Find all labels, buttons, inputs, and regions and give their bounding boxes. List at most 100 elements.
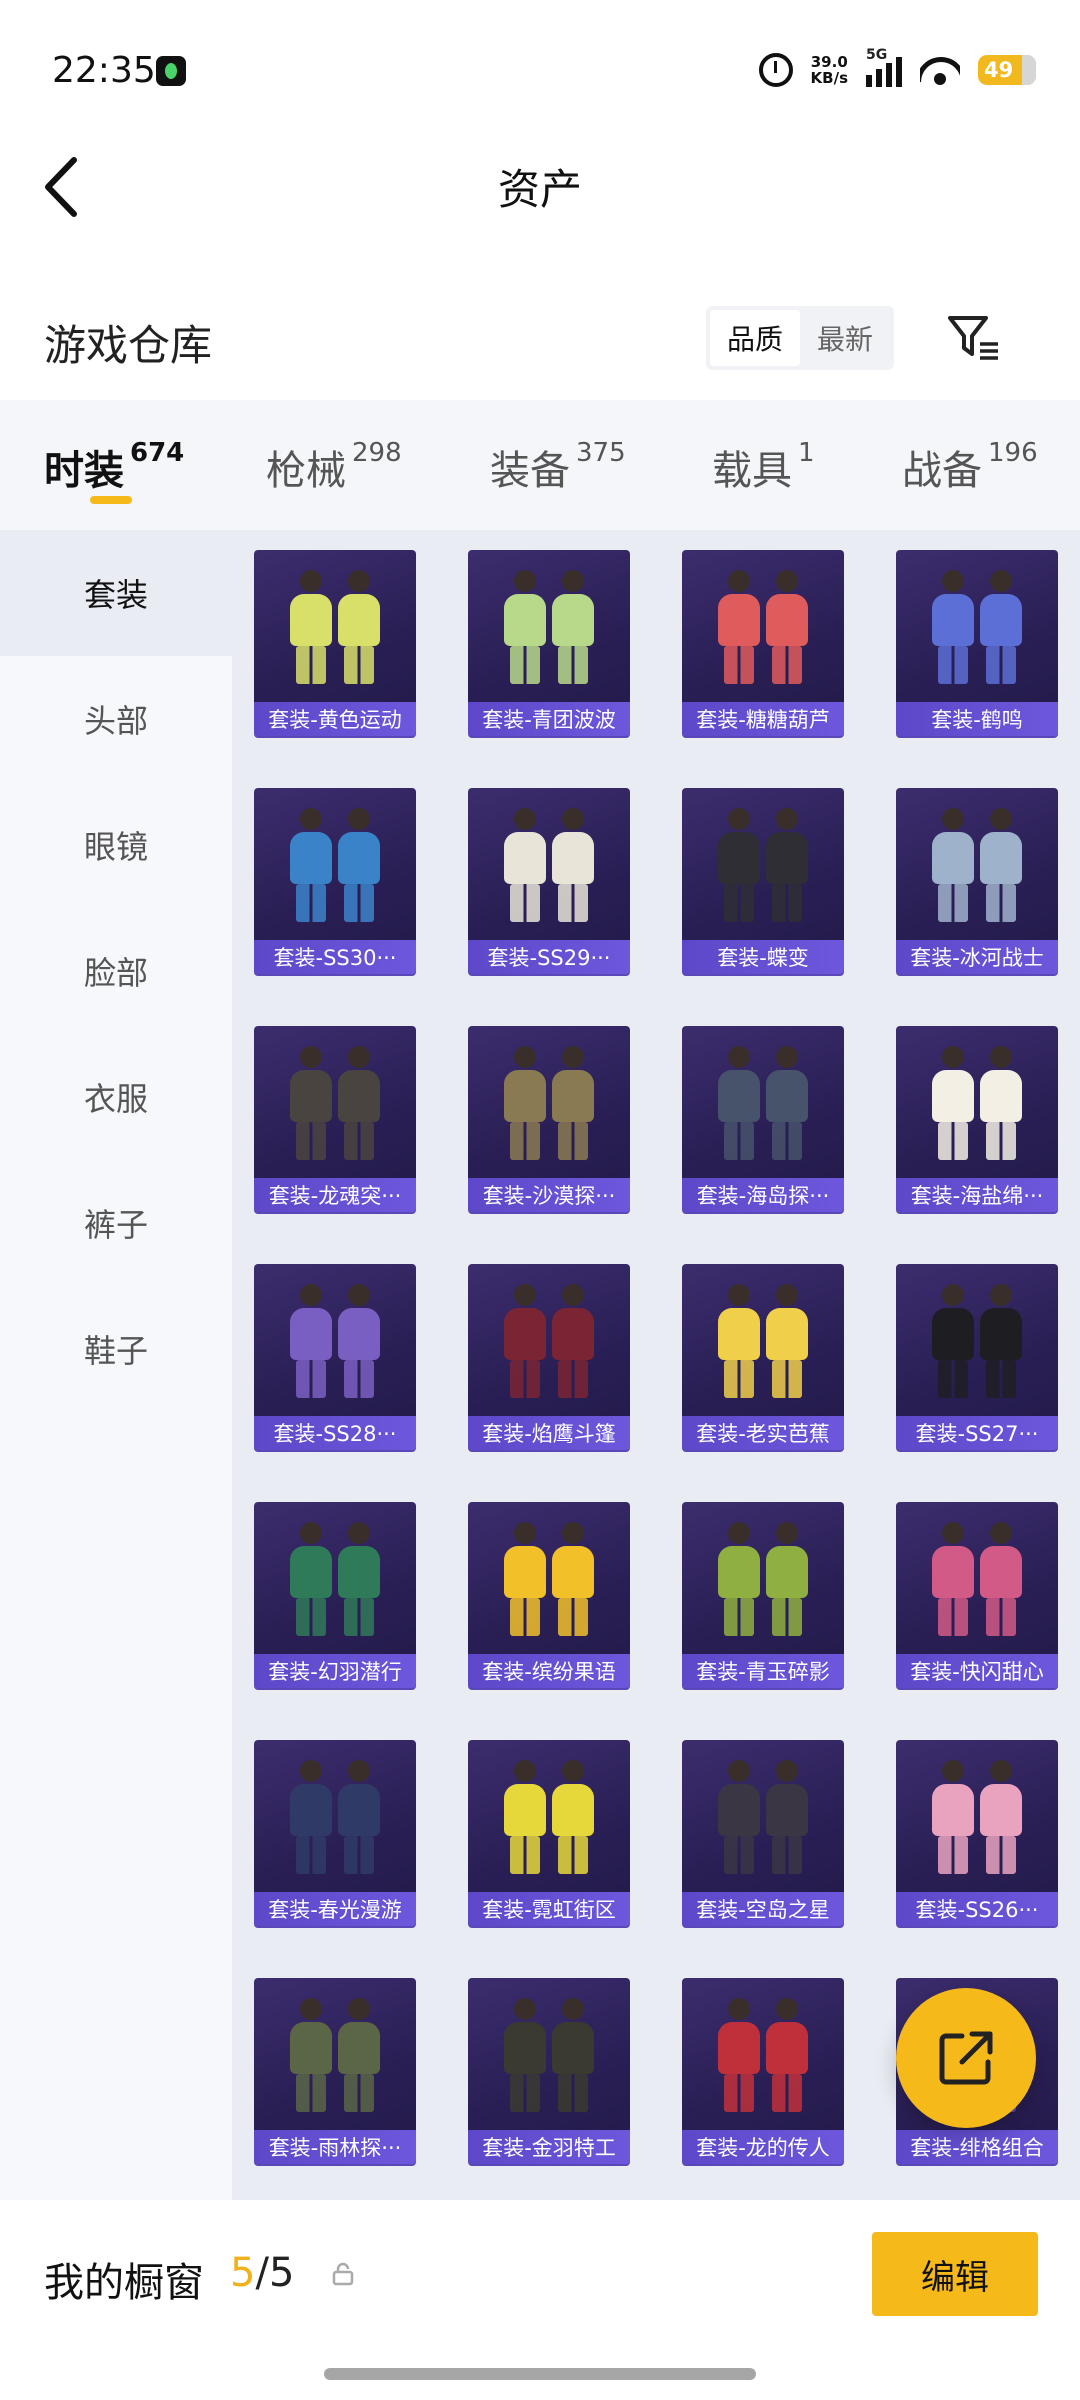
- sidebar-item-glasses[interactable]: 眼镜: [0, 782, 232, 908]
- outfit-card[interactable]: 套装-老实芭蕉: [682, 1264, 844, 1450]
- outfit-card[interactable]: 套装-焰鹰斗篷: [468, 1264, 630, 1450]
- sidebar-item-head[interactable]: 头部: [0, 656, 232, 782]
- outfit-card[interactable]: 套装-蝶变: [682, 788, 844, 974]
- page-title: 资产: [497, 165, 582, 214]
- outfit-card[interactable]: 套装-SS27···: [896, 1264, 1058, 1450]
- showcase-label: 我的橱窗: [44, 2260, 204, 2306]
- tab-count: 196: [988, 438, 1038, 468]
- outfit-card[interactable]: 套装-青团波波: [468, 550, 630, 736]
- edit-button[interactable]: 编辑: [872, 2232, 1038, 2316]
- sidebar-item-pants[interactable]: 裤子: [0, 1160, 232, 1286]
- tab-label: 时装: [44, 448, 124, 494]
- outfit-card[interactable]: 套装-缤纷果语: [468, 1502, 630, 1688]
- status-time: 22:35: [52, 50, 156, 91]
- outfit-name: 套装-SS29···: [468, 940, 630, 974]
- outfit-card[interactable]: 套装-鹤鸣: [896, 550, 1058, 736]
- outfit-card[interactable]: 套装-龙魂突···: [254, 1026, 416, 1212]
- sidebar-item-face[interactable]: 脸部: [0, 908, 232, 1034]
- category-tabs: 时装 674 枪械 298 装备 375 载具 1 战备 196: [0, 400, 1080, 530]
- outfit-image: [708, 1756, 818, 1876]
- outfit-card[interactable]: 套装-海盐绵···: [896, 1026, 1058, 1212]
- tab-vehicles[interactable]: 载具 1: [712, 438, 815, 496]
- tab-count: 375: [576, 438, 626, 468]
- tab-label: 载具: [712, 448, 792, 494]
- outfit-name: 套装-龙魂突···: [254, 1178, 416, 1212]
- outfit-card[interactable]: 套装-SS28···: [254, 1264, 416, 1450]
- outfit-image: [494, 1518, 604, 1638]
- tab-equipment[interactable]: 装备 375: [490, 438, 626, 496]
- tab-combat-gear[interactable]: 战备 196: [902, 438, 1038, 496]
- tab-label: 装备: [490, 448, 570, 494]
- outfit-card[interactable]: 套装-冰河战士: [896, 788, 1058, 974]
- outfit-card[interactable]: 套装-春光漫游: [254, 1740, 416, 1926]
- outfit-name: 套装-金羽特工: [468, 2130, 630, 2164]
- tab-guns[interactable]: 枪械 298: [266, 438, 402, 496]
- tab-count: 674: [130, 438, 185, 468]
- sidebar-item-suits[interactable]: 套装: [0, 530, 232, 656]
- outfit-name: 套装-蝶变: [682, 940, 844, 974]
- item-grid: 套装-黄色运动 套装-青团波波 套装-糖糖葫芦 套装-鹤鸣套装-SS30··· 套装-S…: [232, 530, 1080, 2200]
- home-indicator[interactable]: [324, 2368, 756, 2380]
- sidebar-item-shoes[interactable]: 鞋子: [0, 1286, 232, 1412]
- outfit-image: [708, 1994, 818, 2114]
- outfit-image: [922, 1280, 1032, 1400]
- outfit-image: [494, 1994, 604, 2114]
- outfit-image: [280, 1518, 390, 1638]
- outfit-name: 套装-快闪甜心: [896, 1654, 1058, 1688]
- showcase-total: 5: [268, 2250, 295, 2296]
- network-type: 5G: [866, 47, 888, 63]
- outfit-card[interactable]: 套装-空岛之星: [682, 1740, 844, 1926]
- signal-icon: 5G: [866, 47, 902, 87]
- showcase-separator: /: [255, 2250, 269, 2296]
- outfit-image: [708, 1280, 818, 1400]
- outfit-name: 套装-海盐绵···: [896, 1178, 1058, 1212]
- outfit-name: 套装-青团波波: [468, 702, 630, 736]
- outfit-name: 套装-SS30···: [254, 940, 416, 974]
- outfit-name: 套装-糖糖葫芦: [682, 702, 844, 736]
- outfit-card[interactable]: 套装-青玉碎影: [682, 1502, 844, 1688]
- app-notification-icon: [156, 56, 186, 86]
- status-bar: 22:35 39.0 KB/s 5G 49: [0, 0, 1080, 140]
- outfit-image: [922, 1756, 1032, 1876]
- outfit-card[interactable]: 套装-龙的传人: [682, 1978, 844, 2164]
- outfit-card[interactable]: 套装-糖糖葫芦: [682, 550, 844, 736]
- outfit-name: 套装-空岛之星: [682, 1892, 844, 1926]
- outfit-card[interactable]: 套装-SS26···: [896, 1740, 1058, 1926]
- outfit-name: 套装-黄色运动: [254, 702, 416, 736]
- outfit-name: 套装-SS28···: [254, 1416, 416, 1450]
- outfit-card[interactable]: 套装-海岛探···: [682, 1026, 844, 1212]
- outfit-card[interactable]: 套装-快闪甜心: [896, 1502, 1058, 1688]
- outfit-image: [922, 566, 1032, 686]
- filter-icon[interactable]: [946, 312, 1002, 364]
- outfit-name: 套装-SS26···: [896, 1892, 1058, 1926]
- outfit-image: [494, 1042, 604, 1162]
- outfit-name: 套装-春光漫游: [254, 1892, 416, 1926]
- battery-level: 49: [984, 58, 1014, 82]
- outfit-card[interactable]: 套装-SS29···: [468, 788, 630, 974]
- outfit-card[interactable]: 套装-霓虹街区: [468, 1740, 630, 1926]
- share-external-icon[interactable]: [896, 1988, 1036, 2128]
- outfit-card[interactable]: 套装-沙漠探···: [468, 1026, 630, 1212]
- sidebar: 套装 头部 眼镜 脸部 衣服 裤子 鞋子: [0, 530, 232, 2200]
- outfit-name: 套装-沙漠探···: [468, 1178, 630, 1212]
- section-title: 游戏仓库: [44, 321, 213, 370]
- sort-option-newest[interactable]: 最新: [800, 310, 890, 366]
- network-speed: 39.0 KB/s: [811, 54, 848, 86]
- outfit-card[interactable]: 套装-SS30···: [254, 788, 416, 974]
- outfit-image: [922, 1042, 1032, 1162]
- sort-option-quality[interactable]: 品质: [710, 310, 800, 366]
- sidebar-item-clothes[interactable]: 衣服: [0, 1034, 232, 1160]
- outfit-card[interactable]: 套装-黄色运动: [254, 550, 416, 736]
- outfit-card[interactable]: 套装-雨林探···: [254, 1978, 416, 2164]
- outfit-name: 套装-龙的传人: [682, 2130, 844, 2164]
- outfit-name: 套装-缤纷果语: [468, 1654, 630, 1688]
- showcase-count: 5/5: [230, 2250, 294, 2296]
- outfit-image: [922, 804, 1032, 924]
- outfit-card[interactable]: 套装-金羽特工: [468, 1978, 630, 2164]
- outfit-image: [280, 804, 390, 924]
- outfit-card[interactable]: 套装-幻羽潜行: [254, 1502, 416, 1688]
- outfit-name: 套装-焰鹰斗篷: [468, 1416, 630, 1450]
- tab-fashion[interactable]: 时装 674: [44, 438, 184, 496]
- outfit-image: [708, 566, 818, 686]
- outfit-image: [708, 1042, 818, 1162]
